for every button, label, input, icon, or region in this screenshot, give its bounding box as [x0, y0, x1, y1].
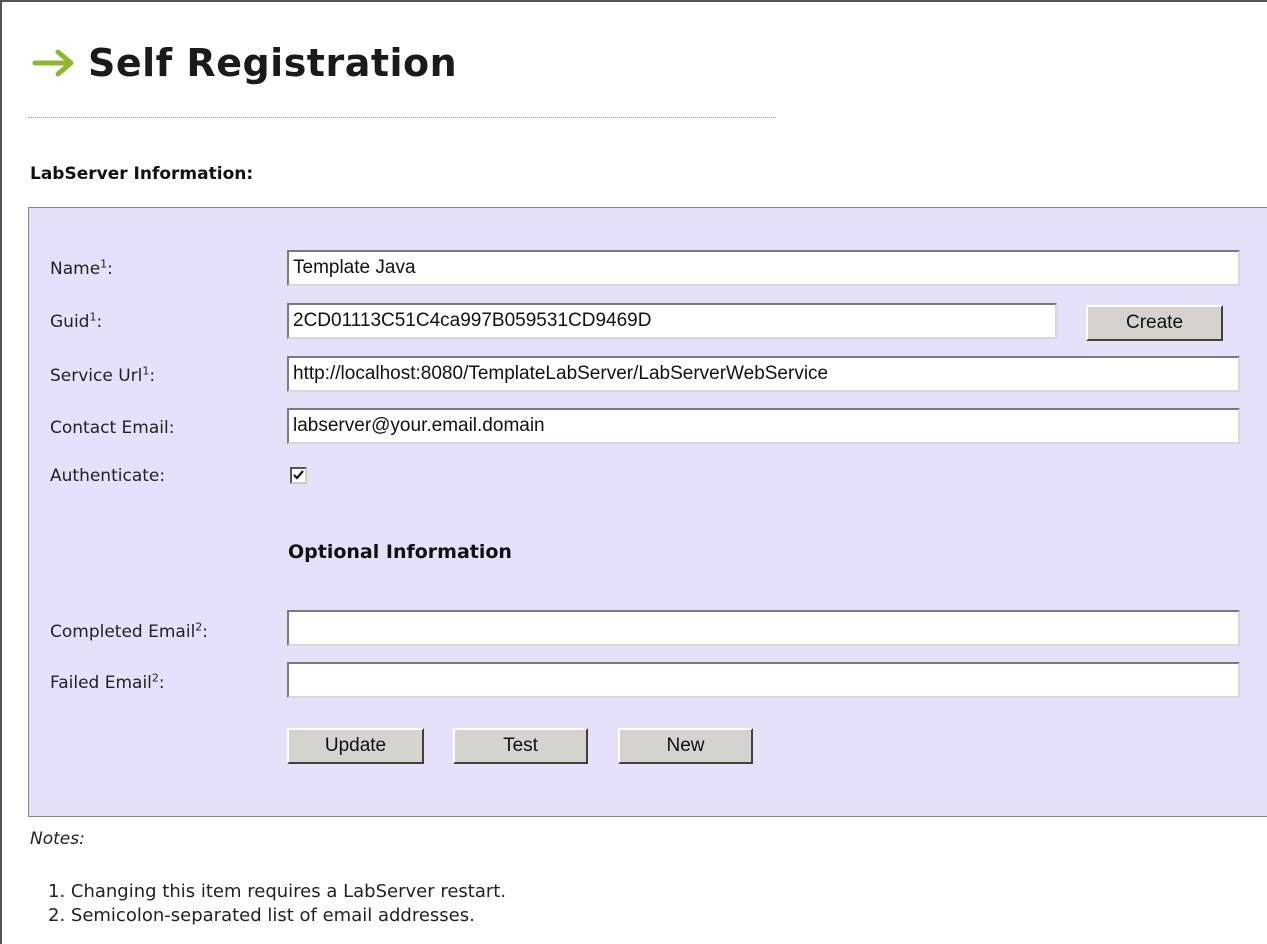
service-url-input[interactable] — [287, 356, 1240, 392]
page-title-text: Self Registration — [88, 41, 458, 85]
test-button[interactable]: Test — [453, 728, 588, 764]
title-divider — [28, 117, 776, 118]
name-input[interactable] — [287, 250, 1240, 286]
guid-label: Guid1: — [50, 310, 103, 332]
checkmark-icon — [293, 470, 304, 480]
contact-email-input[interactable] — [287, 408, 1240, 444]
note-item: 2. Semicolon-separated list of email add… — [48, 905, 475, 926]
frame-border-top — [0, 0, 1267, 2]
authenticate-label: Authenticate: — [50, 466, 166, 486]
failed-email-label: Failed Email2: — [50, 671, 165, 693]
service-url-label: Service Url1: — [50, 364, 156, 386]
failed-email-input[interactable] — [287, 662, 1240, 698]
optional-info-heading: Optional Information — [288, 541, 512, 563]
update-button[interactable]: Update — [287, 728, 424, 764]
notes-title: Notes: — [30, 829, 85, 849]
new-button[interactable]: New — [618, 728, 753, 764]
authenticate-checkbox[interactable] — [290, 467, 307, 484]
create-button[interactable]: Create — [1086, 305, 1223, 341]
name-label: Name1: — [50, 257, 113, 279]
page-title: Self Registration — [32, 38, 457, 88]
completed-email-label: Completed Email2: — [50, 620, 209, 642]
notes-list: 1. Changing this item requires a LabServ… — [48, 880, 506, 928]
frame-border-left — [0, 0, 2, 944]
note-item: 1. Changing this item requires a LabServ… — [48, 881, 507, 902]
guid-input[interactable] — [287, 303, 1057, 339]
right-arrow-icon — [32, 49, 74, 77]
section-heading: LabServer Information: — [30, 164, 254, 184]
contact-email-label: Contact Email: — [50, 418, 175, 438]
labserver-info-panel — [28, 207, 1267, 817]
completed-email-input[interactable] — [287, 610, 1240, 646]
